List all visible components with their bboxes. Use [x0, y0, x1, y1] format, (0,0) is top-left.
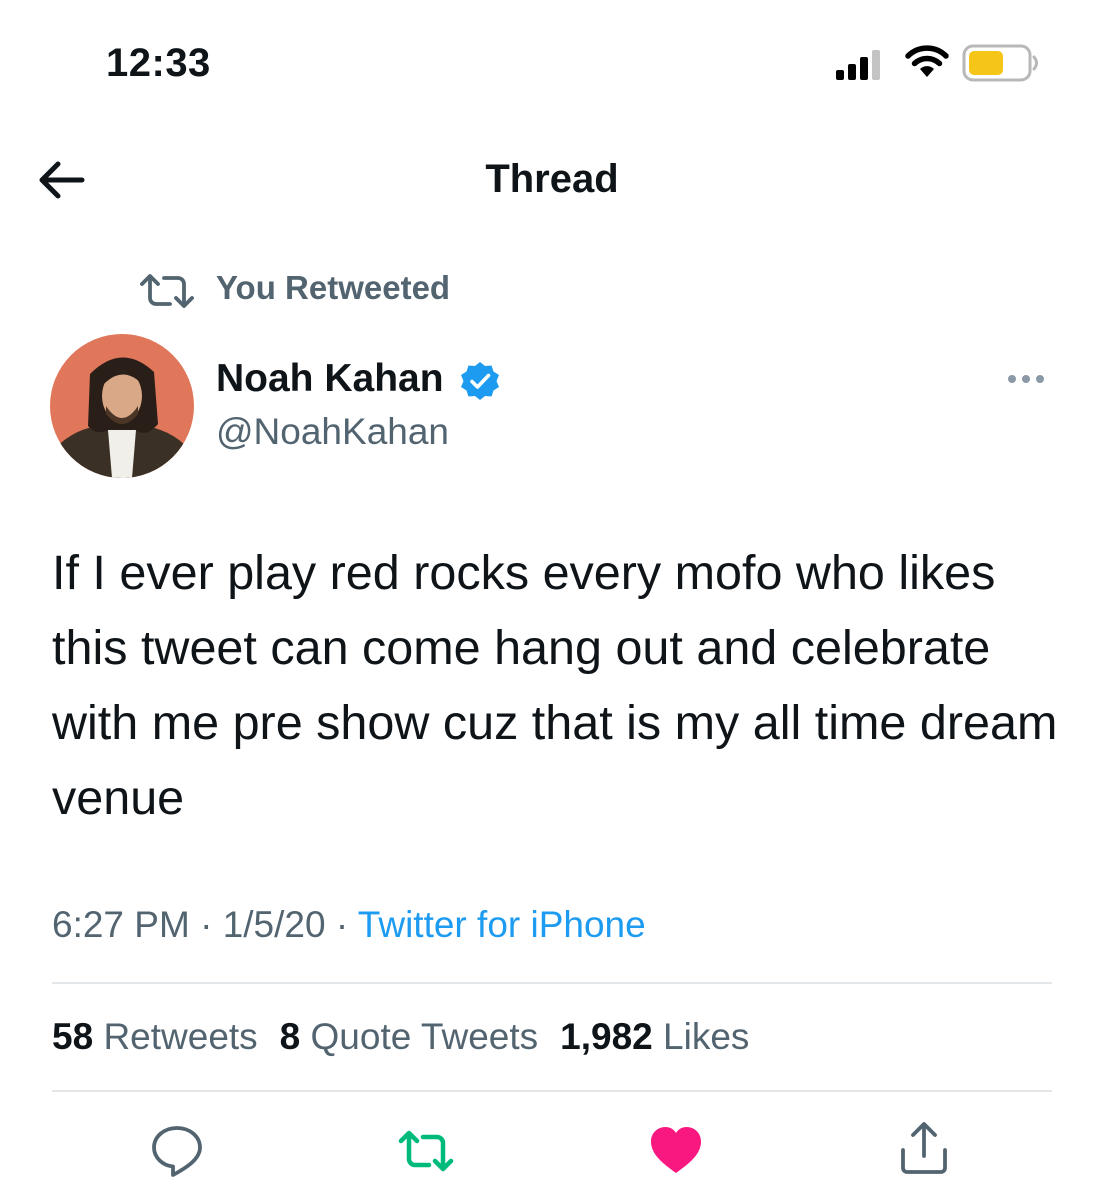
- page-title: Thread: [485, 157, 619, 201]
- retweets-stat[interactable]: 58 Retweets: [52, 1016, 258, 1057]
- retweet-context-icon: [140, 274, 194, 308]
- quote-tweets-count: 8: [279, 1016, 301, 1057]
- tweet-text: If I ever play red rocks every mofo who …: [52, 546, 1058, 825]
- retweets-count: 58: [52, 1016, 94, 1057]
- tweet-stats: 58 Retweets 8 Quote Tweets 1,982 Likes: [52, 1012, 749, 1062]
- tweet-time: 6:27 PM: [52, 904, 190, 945]
- more-options-icon[interactable]: [1002, 364, 1050, 394]
- wifi-icon: [905, 45, 949, 77]
- author-name[interactable]: Noah Kahan: [216, 354, 444, 404]
- avatar-photo: [50, 334, 194, 478]
- reply-icon[interactable]: [149, 1123, 205, 1179]
- retweeted-label: You Retweeted: [216, 269, 451, 306]
- quote-tweets-stat[interactable]: 8 Quote Tweets: [280, 1016, 538, 1057]
- verified-badge-icon: [461, 362, 499, 400]
- quote-tweets-label: Quote Tweets: [310, 1016, 539, 1057]
- author-handle[interactable]: @NoahKahan: [216, 408, 449, 456]
- meta-separator: ·: [200, 904, 213, 945]
- likes-stat[interactable]: 1,982 Likes: [560, 1016, 749, 1057]
- retweets-label: Retweets: [103, 1016, 258, 1057]
- likes-count: 1,982: [560, 1016, 653, 1057]
- divider: [52, 1090, 1052, 1092]
- tweet-date: 1/5/20: [222, 904, 326, 945]
- meta-separator: ·: [335, 904, 349, 945]
- share-icon[interactable]: [896, 1120, 952, 1176]
- retweet-icon[interactable]: [398, 1123, 454, 1179]
- divider: [52, 982, 1052, 984]
- tweet-source-link[interactable]: Twitter for iPhone: [358, 904, 646, 945]
- tweet-meta: 6:27 PM · 1/5/20 · Twitter for iPhone: [52, 900, 646, 950]
- likes-label: Likes: [663, 1016, 750, 1057]
- heart-icon[interactable]: [648, 1123, 704, 1179]
- cellular-signal-icon: [836, 50, 880, 80]
- avatar[interactable]: [50, 334, 194, 478]
- battery-icon: [962, 44, 1038, 82]
- status-time: 12:33: [106, 41, 211, 85]
